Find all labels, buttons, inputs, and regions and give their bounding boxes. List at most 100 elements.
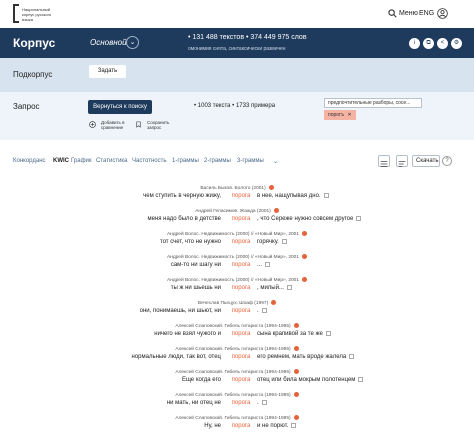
search-icon[interactable] xyxy=(388,9,397,18)
filter-icon[interactable] xyxy=(378,155,390,167)
menu-link[interactable]: Меню xyxy=(399,10,418,17)
language-switch[interactable]: ENG xyxy=(419,10,434,17)
top-bar: Национальный корпус русского языка Меню … xyxy=(0,0,474,28)
source-title[interactable]: Алексей Слаповский. Гибель гитариста (19… xyxy=(0,369,474,375)
query-word-label: порогъ xyxy=(328,112,344,118)
query-word-tag[interactable]: порогъ ✕ xyxy=(324,110,356,120)
tab-frequency[interactable]: Частотность xyxy=(132,158,167,164)
sort-icon[interactable] xyxy=(396,155,408,167)
source-title[interactable]: Алексей Слаповский. Гибель гитариста (19… xyxy=(0,392,474,398)
left-context: Ну, не xyxy=(204,423,221,429)
expand-icon[interactable] xyxy=(261,400,267,405)
share-icon[interactable] xyxy=(293,392,299,397)
source-title[interactable]: Алексей Слаповский. Гибель гитариста (19… xyxy=(0,323,474,329)
corpus-bar: Корпус Основной ⌄ • 131 488 текстов • 37… xyxy=(0,28,474,58)
tab-1grams[interactable]: 1-граммы xyxy=(172,158,199,164)
expand-icon[interactable] xyxy=(261,308,267,313)
chevron-down-icon[interactable]: ⌄ xyxy=(273,158,278,165)
expand-icon[interactable] xyxy=(325,331,331,336)
left-context: сам-то ни шагу ни xyxy=(170,262,221,268)
subcorpus-title: Подкорпус xyxy=(13,70,53,79)
share-icon[interactable] xyxy=(293,346,299,351)
list-item: Алексей Слаповский. Гибель гитариста (19… xyxy=(0,369,474,392)
keyword[interactable]: порога xyxy=(229,285,253,291)
share-icon[interactable] xyxy=(302,231,308,236)
share-icon[interactable]: < xyxy=(437,38,448,49)
share-icon[interactable] xyxy=(293,323,299,328)
list-item: Алексей Слаповский. Гибель гитариста (19… xyxy=(0,323,474,346)
download-button[interactable]: Скачать xyxy=(412,155,440,167)
tab-statistics[interactable]: Статистика xyxy=(96,158,128,164)
source-title[interactable]: Андрей Геласимов. Жажда (2001) xyxy=(0,208,474,214)
corpus-selector[interactable]: Основной xyxy=(90,38,127,47)
expand-icon[interactable] xyxy=(349,354,355,359)
tab-concordance[interactable]: Конкорданс xyxy=(13,158,46,164)
tab-kwic[interactable]: KWIC xyxy=(53,158,69,164)
share-icon[interactable] xyxy=(268,185,274,190)
list-item: Андрей Волос. Недвижимость (2000) // «Но… xyxy=(0,254,474,277)
copy-icon[interactable]: ⧉ xyxy=(423,38,434,49)
left-context: меня надо было в детстве xyxy=(147,216,221,222)
left-context: тот счет, что не нужно xyxy=(159,239,221,245)
keyword[interactable]: порога xyxy=(229,423,253,429)
share-icon[interactable] xyxy=(273,208,279,213)
chevron-down-icon[interactable]: ⌄ xyxy=(126,36,139,49)
share-icon[interactable] xyxy=(293,415,299,420)
return-to-search-button[interactable]: Вернуться к поиску xyxy=(88,100,152,114)
query-stats: • 1003 текста • 1733 примера xyxy=(194,103,276,109)
share-icon[interactable] xyxy=(271,300,277,305)
keyword[interactable]: порога xyxy=(229,193,253,199)
help-icon[interactable]: ? xyxy=(442,156,452,166)
right-context: отец или била мокрым полотенцем xyxy=(257,377,364,383)
share-icon[interactable] xyxy=(293,369,299,374)
keyword[interactable]: порога xyxy=(229,216,253,222)
expand-icon[interactable] xyxy=(358,377,364,382)
keyword[interactable]: порога xyxy=(229,377,253,383)
add-compare-button[interactable]: Добавить в сравнение xyxy=(89,120,137,130)
source-title[interactable]: Алексей Слаповский. Гибель гитариста (19… xyxy=(0,346,474,352)
right-context: горячку. xyxy=(257,239,287,245)
plus-icon xyxy=(89,121,96,128)
close-icon[interactable]: ✕ xyxy=(347,112,351,118)
tab-graph[interactable]: График xyxy=(71,158,92,164)
expand-icon[interactable] xyxy=(323,193,329,198)
source-title[interactable]: Вячеслав Пьецух. Шоаф (1997) xyxy=(0,300,474,306)
keyword[interactable]: порога xyxy=(229,239,253,245)
expand-icon[interactable] xyxy=(356,216,362,221)
filter-glyph xyxy=(380,161,388,167)
list-item: Василь Быков. Болото (2001) чем ступить … xyxy=(0,185,474,208)
query-bar: Запрос Вернуться к поиску • 1003 текста … xyxy=(0,92,474,140)
set-subcorpus-button[interactable]: Задать xyxy=(89,65,126,78)
share-icon[interactable] xyxy=(302,277,308,282)
user-icon[interactable] xyxy=(437,8,448,19)
download-label: Скачать xyxy=(416,158,439,164)
keyword[interactable]: порога xyxy=(229,308,253,314)
tab-2grams[interactable]: 2-граммы xyxy=(204,158,231,164)
share-icon[interactable] xyxy=(302,254,308,259)
source-title[interactable]: Алексей Слаповский. Гибель гитариста (19… xyxy=(0,415,474,421)
expand-icon[interactable] xyxy=(286,285,292,290)
list-item: Алексей Слаповский. Гибель гитариста (19… xyxy=(0,415,474,438)
save-query-button[interactable]: Сохранить запрос xyxy=(136,120,177,130)
expand-icon[interactable] xyxy=(281,239,287,244)
tab-3grams[interactable]: 3-граммы xyxy=(237,158,264,164)
keyword[interactable]: порога xyxy=(229,400,253,406)
subcorpus-bar: Подкорпус Задать xyxy=(0,58,474,92)
expand-icon[interactable] xyxy=(265,262,271,267)
source-title[interactable]: Андрей Волос. Недвижимость (2000) // «Но… xyxy=(0,277,474,283)
right-context: , милый... xyxy=(257,285,292,291)
keyword[interactable]: порога xyxy=(229,354,253,360)
source-title[interactable]: Василь Быков. Болото (2001) xyxy=(0,185,474,191)
bookmark-icon xyxy=(136,121,141,128)
query-tag[interactable]: предпочтительные разборы, сосе... xyxy=(324,98,422,108)
right-context: его ремнем, мать вроде жалела xyxy=(257,354,355,360)
keyword[interactable]: порога xyxy=(229,331,253,337)
keyword[interactable]: порога xyxy=(229,262,253,268)
expand-icon[interactable] xyxy=(291,423,297,428)
site-logo[interactable]: Национальный корпус русского языка xyxy=(13,4,62,23)
list-item: Алексей Слаповский. Гибель гитариста (19… xyxy=(0,346,474,369)
source-title[interactable]: Андрей Волос. Недвижимость (2000) // «Но… xyxy=(0,254,474,260)
settings-icon[interactable]: ⚙ xyxy=(451,38,462,49)
source-title[interactable]: Андрей Волос. Недвижимость (2000) // «Но… xyxy=(0,231,474,237)
info-icon[interactable]: i xyxy=(409,38,420,49)
